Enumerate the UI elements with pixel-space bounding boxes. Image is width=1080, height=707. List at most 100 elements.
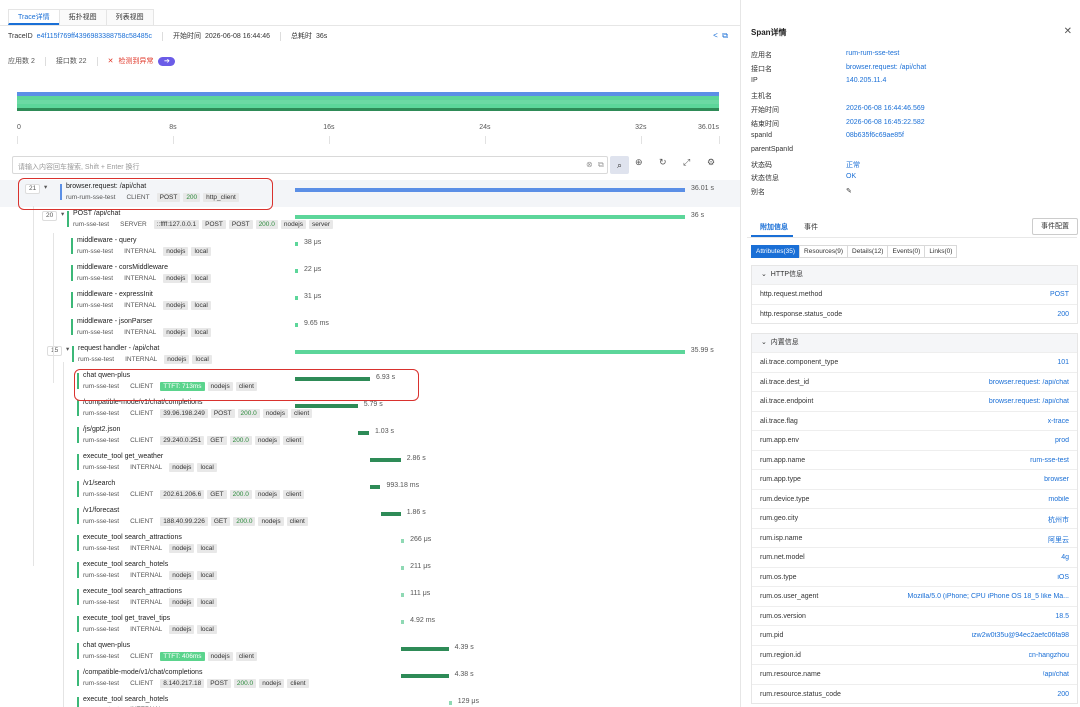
tab-list-view[interactable]: 列表视图 — [105, 9, 154, 25]
span-name[interactable]: execute_tool search_hotels — [83, 561, 168, 568]
http-section-header[interactable]: ⌄ HTTP信息 — [752, 266, 1077, 284]
span-row[interactable]: execute_tool search_attractions rum-sse-t… — [0, 531, 740, 558]
span-row[interactable]: /compatible-mode/v1/chat/completions rum-… — [0, 666, 740, 693]
span-name[interactable]: /v1/forecast — [83, 507, 119, 514]
edit-icon[interactable]: ✎ — [846, 187, 852, 195]
attribute-value[interactable]: POST — [1050, 291, 1069, 298]
attribute-value[interactable]: browser — [1044, 476, 1069, 483]
span-name[interactable]: execute_tool search_hotels — [83, 696, 168, 703]
span-child-count[interactable]: 15 — [47, 346, 63, 356]
span-row[interactable]: middleware - jsonParser rum-sse-test INTER… — [0, 315, 740, 342]
tab-extra-info[interactable]: 附加信息 — [760, 222, 788, 232]
span-name[interactable]: middleware - query — [77, 237, 137, 244]
span-name[interactable]: /compatible-mode/v1/chat/completions — [83, 669, 202, 676]
attribute-value[interactable]: x-trace — [1048, 418, 1069, 425]
span-bar[interactable] — [369, 485, 381, 489]
close-icon[interactable]: ✕ — [1064, 26, 1072, 37]
segment-tab[interactable]: Links(0) — [924, 245, 958, 258]
attribute-value[interactable]: /api/chat — [1043, 671, 1069, 678]
trace-id-value[interactable]: e4f115f769ff4396983388758c58485c — [37, 33, 152, 40]
segment-tab[interactable]: Attributes(35) — [751, 245, 801, 258]
span-bar[interactable] — [380, 512, 401, 516]
attribute-value[interactable]: izw2w0t35u@94ec2aefc06fa98 — [972, 632, 1069, 639]
clear-icon[interactable]: ⊗ — [586, 160, 593, 169]
expand-icon[interactable]: ⤢ — [683, 157, 690, 168]
attribute-value[interactable]: cn-hangzhou — [1029, 652, 1069, 659]
span-bar[interactable] — [295, 323, 298, 327]
span-row[interactable]: 15 ▾ request handler - /api/chat rum-sse-te… — [0, 342, 740, 369]
locate-icon[interactable]: ⊕ — [635, 157, 643, 168]
attribute-value[interactable]: 杭州市 — [1048, 515, 1069, 525]
span-bar[interactable] — [401, 566, 405, 570]
external-link-icon[interactable]: ⧉ — [722, 31, 728, 40]
span-bar[interactable] — [295, 296, 298, 300]
span-name[interactable]: execute_tool get_travel_tips — [83, 615, 170, 622]
span-bar[interactable] — [295, 269, 298, 273]
span-row[interactable]: 20 ▾ POST /api/chat rum-sse-test SERVER::fff… — [0, 207, 740, 234]
span-name[interactable]: /js/gpt2.json — [83, 426, 120, 433]
span-row[interactable]: /js/gpt2.json rum-sse-test CLIENT 29.240.0.… — [0, 423, 740, 450]
attribute-value[interactable]: 阿里云 — [1048, 535, 1069, 545]
segment-tab[interactable]: Resources(9) — [799, 245, 849, 258]
refresh-icon[interactable]: ↻ — [659, 157, 667, 168]
attribute-value[interactable]: 4g — [1061, 554, 1069, 561]
attribute-value[interactable]: browser.request: /api/chat — [989, 398, 1069, 405]
attribute-value[interactable]: prod — [1055, 437, 1069, 444]
span-name[interactable]: chat qwen-plus — [83, 642, 130, 649]
span-name[interactable]: middleware - expressInit — [77, 291, 153, 298]
builtin-section-header[interactable]: ⌄ 内置信息 — [752, 334, 1077, 352]
anomaly-arrow-button[interactable]: ➔ — [158, 56, 176, 66]
share-icon[interactable]: < — [713, 31, 718, 40]
search-input[interactable]: 请输入内容回车搜索, Shift + Enter 换行 — [12, 156, 608, 174]
tab-events[interactable]: 事件 — [804, 222, 818, 232]
span-bar[interactable] — [401, 539, 405, 543]
attribute-value[interactable]: rum-sse-test — [1030, 457, 1069, 464]
span-row[interactable]: /v1/forecast rum-sse-test CLIENT 188.40.99.… — [0, 504, 740, 531]
span-bar[interactable] — [401, 647, 449, 651]
event-config-button[interactable]: 事件配置 — [1032, 218, 1078, 235]
tab-trace-detail[interactable]: Trace详情 — [8, 9, 60, 25]
chevron-down-icon[interactable]: ▾ — [63, 346, 72, 356]
attribute-value[interactable]: Mozilla/5.0 (iPhone; CPU iPhone OS 18_5 … — [908, 593, 1069, 600]
span-row[interactable]: execute_tool get_travel_tips rum-sse-test… — [0, 612, 740, 639]
span-row[interactable]: middleware - expressInit rum-sse-test INTE… — [0, 288, 740, 315]
attribute-value[interactable]: browser.request: /api/chat — [989, 379, 1069, 386]
span-name[interactable]: /v1/search — [83, 480, 115, 487]
span-row[interactable]: execute_tool search_hotelsrum-sse-testIN… — [0, 558, 740, 585]
attribute-value[interactable]: 200 — [1057, 691, 1069, 698]
span-row[interactable]: /v1/search rum-sse-test CLIENT 202.61.206.6… — [0, 477, 740, 504]
attribute-value[interactable]: iOS — [1057, 574, 1069, 581]
span-bar[interactable] — [369, 458, 401, 462]
attribute-value[interactable]: 18.5 — [1055, 613, 1069, 620]
span-row[interactable]: execute_tool search_hotelsrum-sse-testIN… — [0, 693, 740, 707]
span-bar[interactable] — [401, 620, 405, 624]
span-name[interactable]: middleware - jsonParser — [77, 318, 152, 325]
span-name[interactable]: execute_tool search_attractions — [83, 534, 182, 541]
span-bar[interactable] — [357, 431, 369, 435]
span-bar[interactable] — [448, 701, 452, 705]
segment-tab[interactable]: Events(0) — [887, 245, 926, 258]
attribute-value[interactable]: 101 — [1057, 359, 1069, 366]
chevron-down-icon[interactable]: ▾ — [58, 211, 67, 221]
span-row[interactable]: chat qwen-plus rum-sse-test CLIENT TTFT: 40… — [0, 639, 740, 666]
span-name[interactable]: execute_tool get_weather — [83, 453, 163, 460]
attribute-value[interactable]: 200 — [1057, 311, 1069, 318]
attribute-value[interactable]: mobile — [1048, 496, 1069, 503]
span-child-count[interactable]: 20 — [42, 211, 58, 221]
segment-tab[interactable]: Details(12) — [847, 245, 889, 258]
span-name[interactable]: middleware - corsMiddleware — [77, 264, 168, 271]
gear-icon[interactable]: ⚙ — [707, 157, 715, 168]
span-bar[interactable] — [295, 188, 685, 192]
search-button[interactable]: ⌕ — [610, 156, 629, 174]
span-bar[interactable] — [295, 404, 358, 408]
span-bar[interactable] — [401, 674, 449, 678]
overview-minimap[interactable] — [17, 90, 719, 114]
span-name[interactable]: request handler - /api/chat — [78, 345, 159, 352]
span-bar[interactable] — [295, 242, 298, 246]
span-row[interactable]: execute_tool get_weather rum-sse-test INTE… — [0, 450, 740, 477]
span-row[interactable]: middleware - query rum-sse-test INTERNAL no… — [0, 234, 740, 261]
span-bar[interactable] — [295, 215, 685, 219]
span-bar[interactable] — [401, 593, 405, 597]
span-name[interactable]: POST /api/chat — [73, 210, 120, 217]
span-row[interactable]: middleware - corsMiddleware rum-sse-test I… — [0, 261, 740, 288]
